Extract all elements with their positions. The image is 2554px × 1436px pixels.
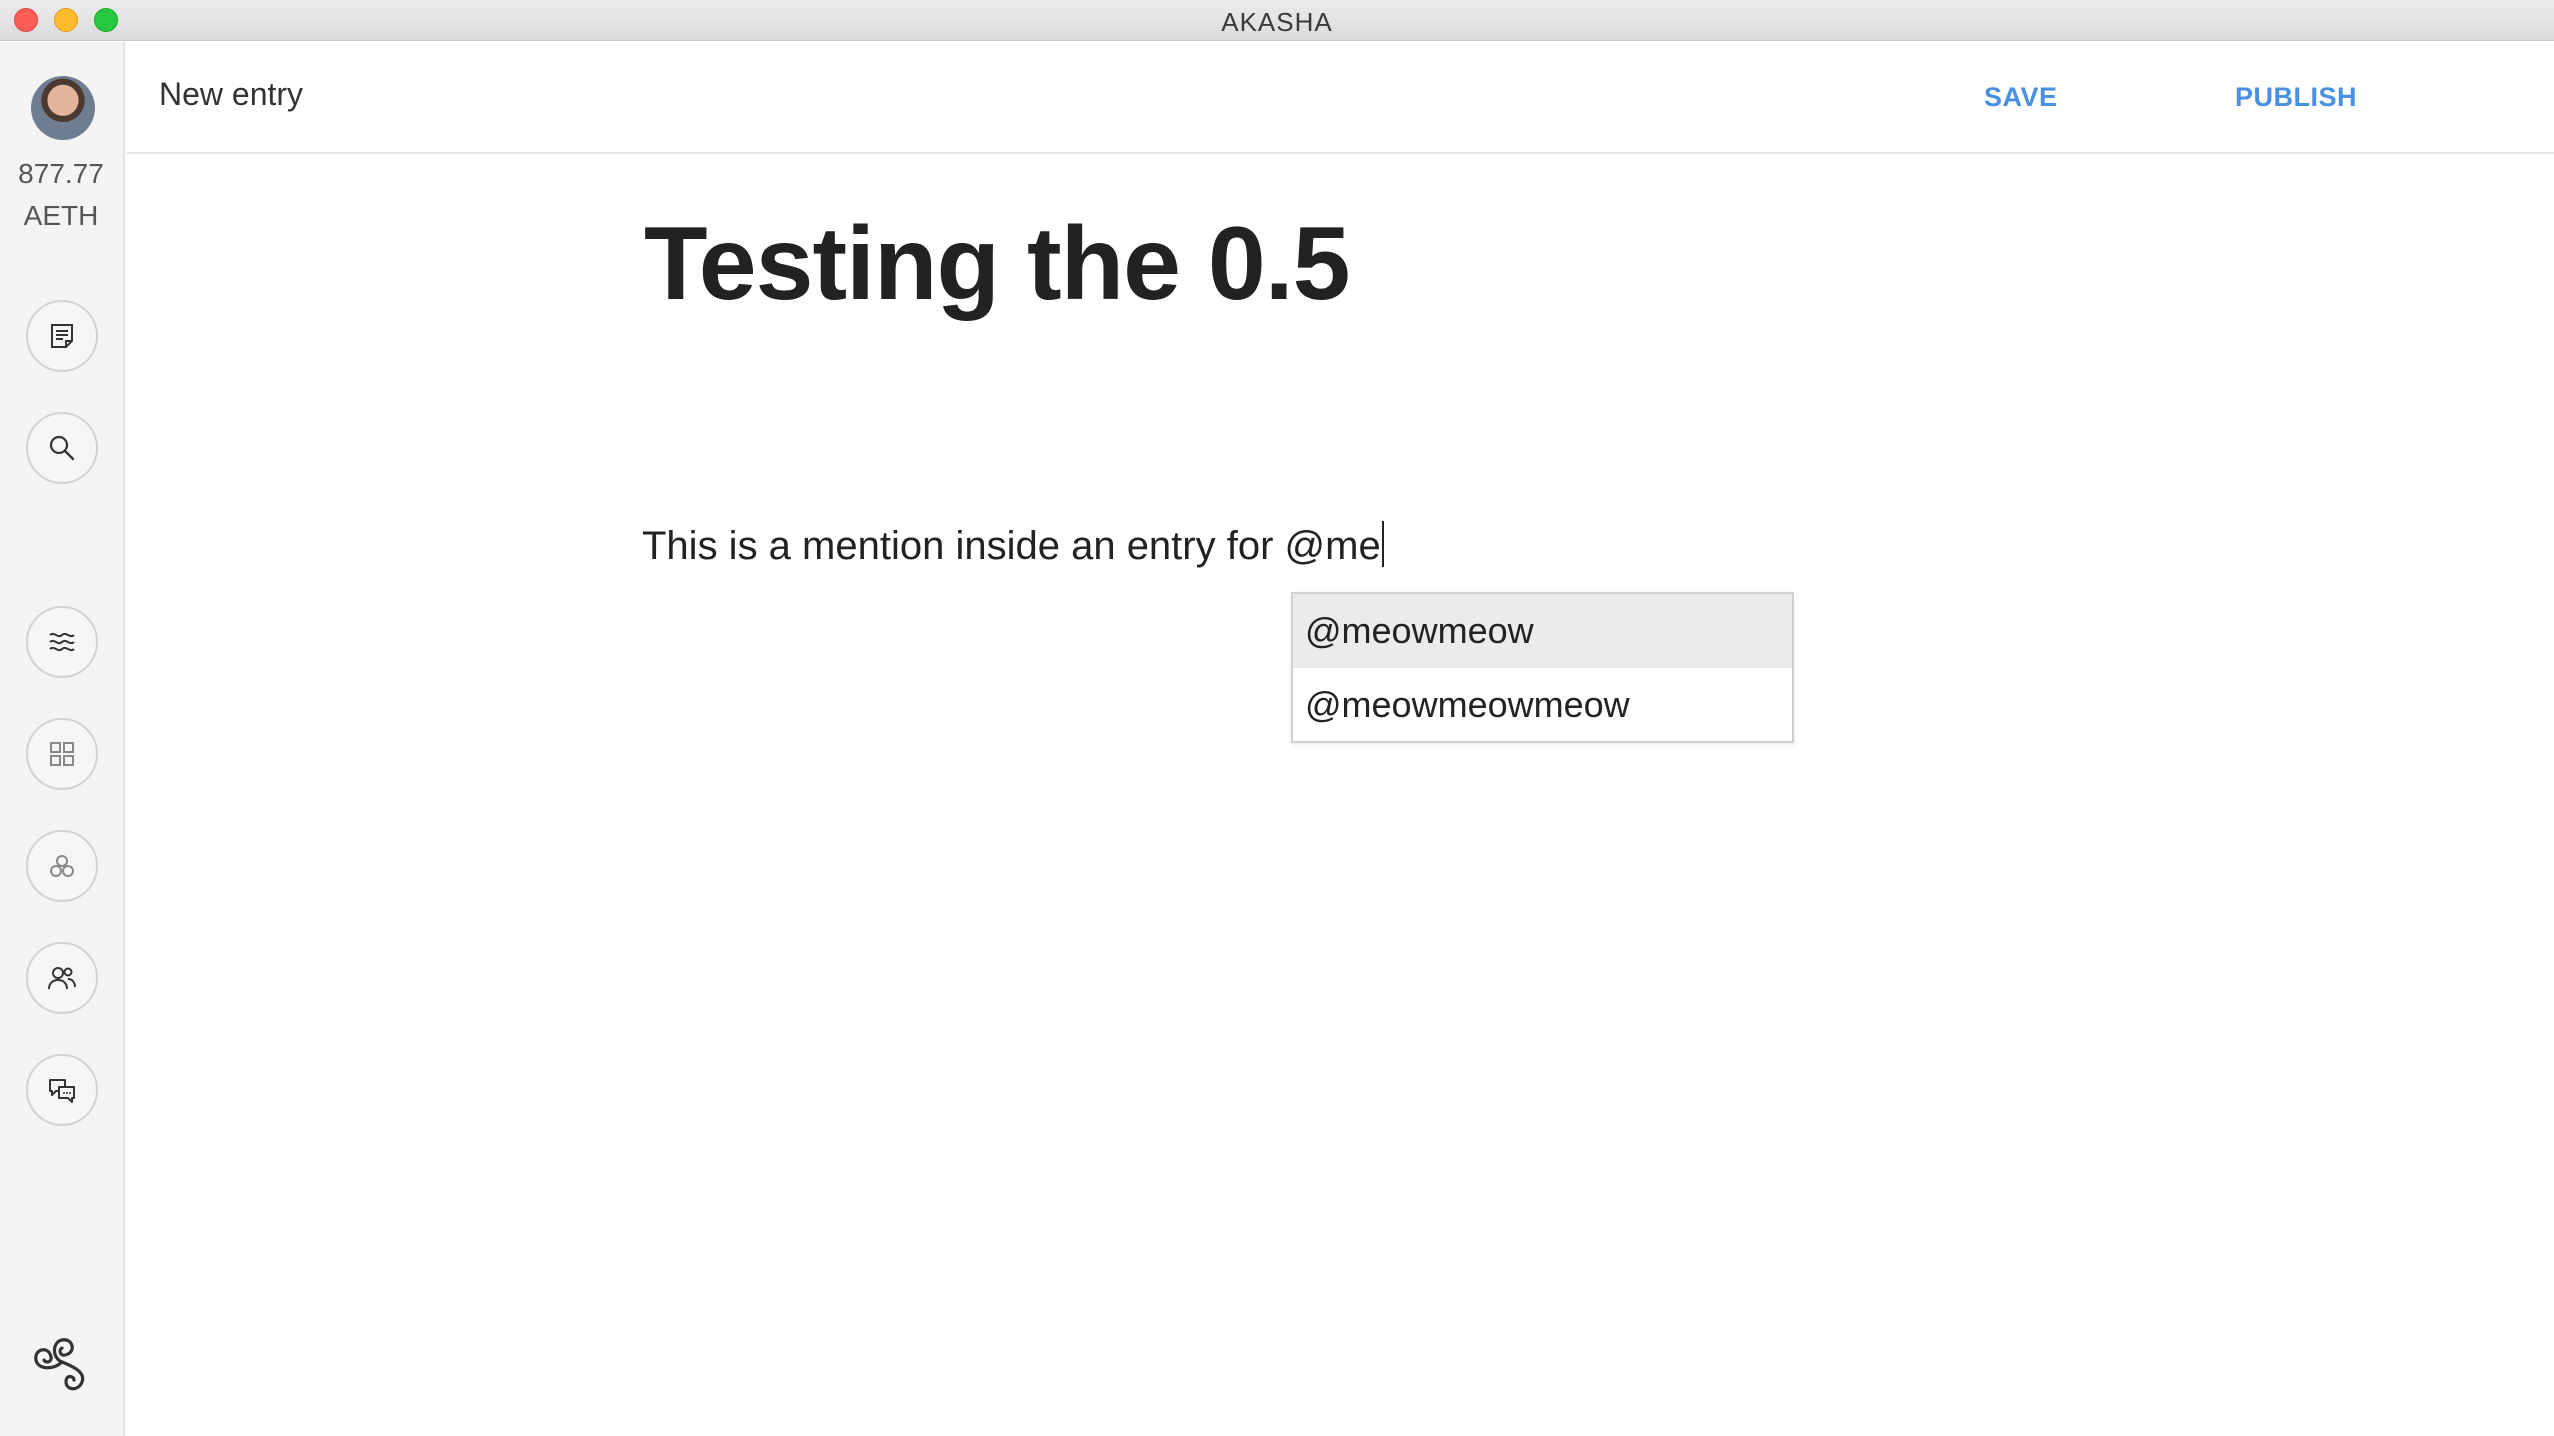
window-title: AKASHA — [1221, 7, 1333, 37]
new-entry-button[interactable] — [26, 300, 98, 372]
mention-suggestion-item[interactable]: @meowmeowmeow — [1293, 668, 1792, 742]
grid-button[interactable] — [26, 718, 98, 790]
entry-body-editor[interactable]: This is a mention inside an entry for @m… — [642, 521, 1384, 569]
app-window: AKASHA 877.77 AETH New entry SAVE PUBLIS… — [0, 0, 2554, 1436]
avatar[interactable] — [31, 76, 95, 140]
stream-button[interactable] — [26, 606, 98, 678]
title-bar: AKASHA — [0, 0, 2554, 41]
grid-icon — [50, 742, 74, 766]
people-icon — [48, 967, 76, 990]
sidebar: 877.77 AETH — [0, 42, 125, 1436]
publish-button[interactable]: PUBLISH — [2235, 82, 2357, 113]
entry-title-input[interactable]: Testing the 0.5 — [644, 205, 1350, 324]
mention-suggestions-dropdown: @meowmeow @meowmeowmeow — [1291, 592, 1794, 743]
chat-icon — [49, 1079, 75, 1103]
search-icon — [49, 435, 75, 461]
people-button[interactable] — [26, 942, 98, 1014]
editor-header: New entry SAVE PUBLISH — [127, 42, 2554, 154]
mention-suggestion-item[interactable]: @meowmeow — [1293, 594, 1792, 668]
text-caret — [1381, 521, 1384, 567]
akasha-logo[interactable] — [18, 1318, 106, 1406]
entry-body-text: This is a mention inside an entry for @m… — [642, 524, 1381, 568]
entry-icon — [51, 324, 73, 348]
search-button[interactable] — [26, 412, 98, 484]
communities-button[interactable] — [26, 830, 98, 902]
chat-button[interactable] — [26, 1054, 98, 1126]
stream-icon — [49, 632, 75, 652]
balance-unit: AETH — [23, 200, 99, 231]
balance-amount: 877.77 — [18, 158, 104, 189]
communities-icon — [50, 855, 74, 877]
save-button[interactable]: SAVE — [1984, 82, 2058, 113]
page-title: New entry — [159, 76, 304, 112]
